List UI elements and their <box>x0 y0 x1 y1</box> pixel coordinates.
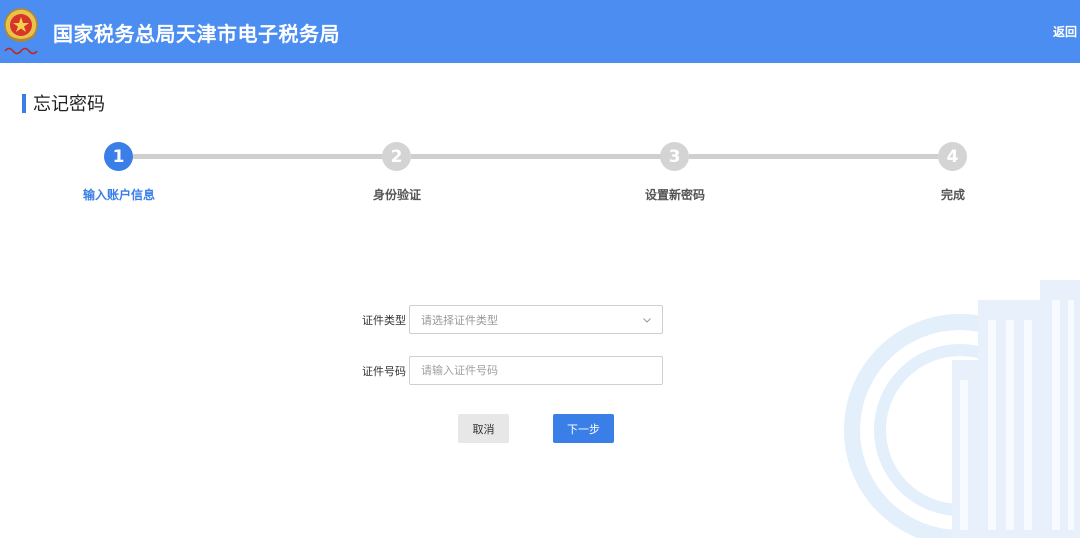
id-type-select[interactable]: 请选择证件类型 <box>409 305 663 334</box>
tax-building-watermark-icon <box>844 280 1080 538</box>
id-number-row: 证件号码 <box>362 356 663 385</box>
step-3-label: 设置新密码 <box>644 188 706 202</box>
back-link[interactable]: 返回 <box>1053 23 1077 40</box>
heading-accent-bar <box>22 93 26 113</box>
step-2-indicator: 2 <box>382 142 411 171</box>
step-1-indicator: 1 <box>104 142 133 171</box>
top-header: 国家税务总局天津市电子税务局 返回 <box>0 0 1080 63</box>
step-4-indicator: 4 <box>938 142 967 171</box>
progress-steps: 1 2 3 4 输入账户信息 身份验证 设置新密码 完成 <box>0 140 1080 210</box>
step-2-label: 身份验证 <box>372 188 422 202</box>
step-1-label: 输入账户信息 <box>82 188 156 202</box>
id-type-row: 证件类型 请选择证件类型 <box>362 305 663 334</box>
id-number-input[interactable] <box>409 356 663 385</box>
id-type-label: 证件类型 <box>362 313 406 327</box>
chevron-down-icon <box>643 318 651 323</box>
id-number-label: 证件号码 <box>362 364 406 378</box>
page-title: 忘记密码 <box>33 94 105 115</box>
step-connector-1 <box>133 154 383 159</box>
tax-emblem-icon <box>4 8 38 55</box>
step-3-indicator: 3 <box>660 142 689 171</box>
cancel-button[interactable]: 取消 <box>458 414 509 443</box>
page-heading: 忘记密码 <box>22 93 105 115</box>
step-4-label: 完成 <box>940 188 966 202</box>
next-step-button[interactable]: 下一步 <box>553 414 614 443</box>
id-type-placeholder: 请选择证件类型 <box>421 313 498 327</box>
forgot-password-page: 国家税务总局天津市电子税务局 返回 忘记密码 1 2 3 4 输入账户信息 身份… <box>0 0 1080 538</box>
site-title: 国家税务总局天津市电子税务局 <box>53 22 340 46</box>
step-connector-3 <box>689 154 939 159</box>
step-connector-2 <box>411 154 661 159</box>
